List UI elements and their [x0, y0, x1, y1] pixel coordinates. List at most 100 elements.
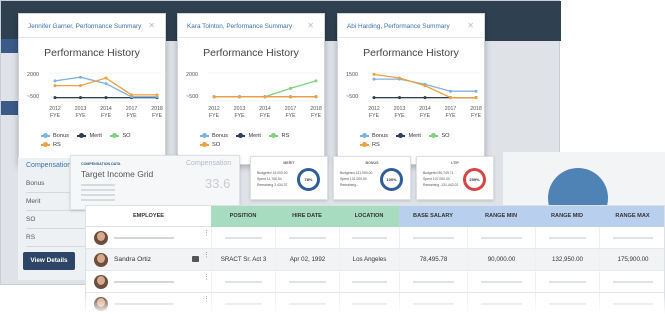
data-point-rs — [263, 95, 267, 99]
x-tick-label: FYE — [311, 113, 322, 119]
x-tick-label: 2013 — [75, 106, 87, 112]
legend-bonus[interactable]: Bonus — [200, 132, 228, 141]
kpi-merit-card[interactable]: MERIT Budgeted 15,000.00 Spent 11,766.54 R… — [250, 156, 328, 200]
data-point-rs — [53, 84, 57, 88]
x-tick-label: FYE — [445, 113, 456, 119]
card-title: Performance History — [203, 47, 299, 59]
x-tick-label: 2014 — [100, 106, 112, 112]
bottom-fade — [0, 296, 665, 314]
background-side-tag — [1, 39, 19, 53]
table-header-employee[interactable]: EMPLOYEE — [86, 206, 211, 227]
legend-so[interactable]: SO — [200, 141, 220, 150]
card-title: Performance History — [363, 47, 459, 59]
performance-line-chart: 1500~5002012FYE2013FYE2014FYE2017FYE2018… — [346, 72, 482, 119]
placeholder-cell — [599, 271, 664, 293]
legend-so[interactable]: SO — [110, 132, 131, 141]
x-tick-label: FYE — [369, 113, 380, 119]
column-header-location[interactable]: LOCATION — [339, 206, 399, 227]
y-tick-label: 1500 — [346, 72, 358, 78]
data-point-rs — [104, 76, 108, 80]
data-point-bonus — [474, 89, 478, 93]
kpi-ltip-card[interactable]: LTIP Budgeted 80,749.71 Spent 107,000.00 R… — [416, 156, 494, 200]
kpi-title: LTIP — [451, 161, 459, 165]
column-header-range-max[interactable]: RANGE MAX — [599, 206, 664, 227]
data-point-rs — [474, 96, 478, 100]
card-employee-name: Jennifer Garner, Performance Summary — [28, 23, 142, 30]
table-row-selected[interactable]: Sandra Ortiz ⋮ — [86, 249, 211, 271]
x-tick-label: 2014 — [259, 106, 271, 112]
data-point-rs — [372, 72, 376, 76]
column-header-range-min[interactable]: RANGE MIN — [467, 206, 535, 227]
placeholder-cell — [211, 227, 275, 249]
placeholder-cell — [275, 271, 339, 293]
column-header-hire-date[interactable]: HIRE DATE — [275, 206, 339, 227]
series-line-rs — [55, 77, 157, 96]
x-tick-label: FYE — [260, 113, 271, 119]
legend-bonus[interactable]: Bonus — [41, 132, 69, 141]
x-tick-label: FYE — [471, 113, 482, 119]
legend-rs[interactable]: RS — [41, 141, 61, 150]
x-tick-label: 2012 — [49, 106, 61, 112]
target-income-title: Target Income Grid — [81, 169, 154, 179]
kpi-rows: Budgeted 80,749.71 Spent 107,000.00 Remain… — [423, 171, 459, 187]
kpi-bonus-card[interactable]: BONUS Budgeted 121,990.00 Spent 131,000.0… — [333, 156, 411, 200]
more-options-icon[interactable]: ⋮ — [203, 274, 210, 281]
close-icon[interactable]: ✕ — [307, 21, 314, 30]
performance-line-chart: 2000~5002012FYE2013FYE2014FYE2017FYE2018… — [27, 72, 163, 119]
kpi-title: BONUS — [365, 161, 379, 165]
data-point-rs — [449, 96, 452, 100]
compensation-row-rs: RS — [26, 229, 86, 247]
cell-location: Los Angeles — [339, 249, 399, 271]
x-tick-label: 2012 — [208, 106, 220, 112]
close-icon[interactable]: ✕ — [148, 21, 155, 30]
more-options-icon[interactable]: ⋮ — [203, 230, 210, 237]
x-tick-label: FYE — [50, 113, 61, 119]
table-row[interactable]: ⋮ — [86, 227, 211, 249]
data-point-bonus — [79, 75, 82, 79]
table-row[interactable]: ⋮ — [86, 271, 211, 293]
placeholder-cell — [535, 271, 599, 293]
data-point-merit — [79, 96, 82, 100]
view-details-button[interactable]: View Details — [23, 252, 75, 270]
avatar — [94, 275, 108, 289]
y-tick-label: ~500 — [186, 94, 198, 100]
x-tick-label: 2012 — [368, 106, 380, 112]
series-line-so — [214, 80, 317, 98]
data-point-merit — [423, 96, 427, 100]
legend-rs[interactable]: RS — [360, 141, 380, 150]
card-header: Kara Tolnton, Performance Summary ✕ — [178, 14, 324, 38]
series-line-bonus — [54, 76, 157, 98]
more-options-icon[interactable]: ⋮ — [203, 252, 210, 259]
legend-merit[interactable]: Merit — [396, 132, 421, 141]
x-tick-label: 2013 — [394, 106, 406, 112]
x-tick-label: 2018 — [151, 106, 163, 112]
x-tick-label: FYE — [234, 113, 245, 119]
x-tick-label: FYE — [126, 113, 137, 119]
placeholder-line — [81, 189, 115, 191]
legend-merit[interactable]: Merit — [77, 132, 102, 141]
placeholder-cell — [399, 227, 467, 249]
chat-icon[interactable] — [192, 256, 199, 262]
placeholder-cell — [275, 227, 339, 249]
employee-name: Sandra Ortiz — [114, 256, 152, 263]
close-icon[interactable]: ✕ — [467, 21, 474, 30]
performance-line-chart: 2000~5002012FYE2013FYE2014FYE2017FYE2018… — [186, 72, 322, 119]
legend-bonus[interactable]: Bonus — [360, 132, 388, 141]
performance-card-2: Kara Tolnton, Performance Summary ✕ Perf… — [177, 13, 325, 165]
x-tick-label: FYE — [420, 113, 431, 119]
placeholder-cell — [339, 271, 399, 293]
placeholder-line — [114, 281, 174, 283]
column-header-base-salary[interactable]: BASE SALARY — [399, 206, 467, 227]
placeholder-cell — [339, 227, 399, 249]
legend-merit[interactable]: Merit — [236, 132, 261, 141]
legend-so[interactable]: SO — [429, 132, 450, 141]
legend-rs[interactable]: RS — [269, 132, 289, 141]
placeholder-cell — [599, 227, 664, 249]
data-point-bonus — [104, 82, 108, 86]
column-header-position[interactable]: POSITION — [211, 206, 275, 227]
column-header-range-mid[interactable]: RANGE MID — [535, 206, 599, 227]
data-point-rs — [398, 76, 401, 80]
compensation-faded-label: Compensation — [186, 160, 232, 167]
cell-range-max: 175,900.00 — [599, 249, 664, 271]
placeholder-line — [81, 194, 115, 196]
